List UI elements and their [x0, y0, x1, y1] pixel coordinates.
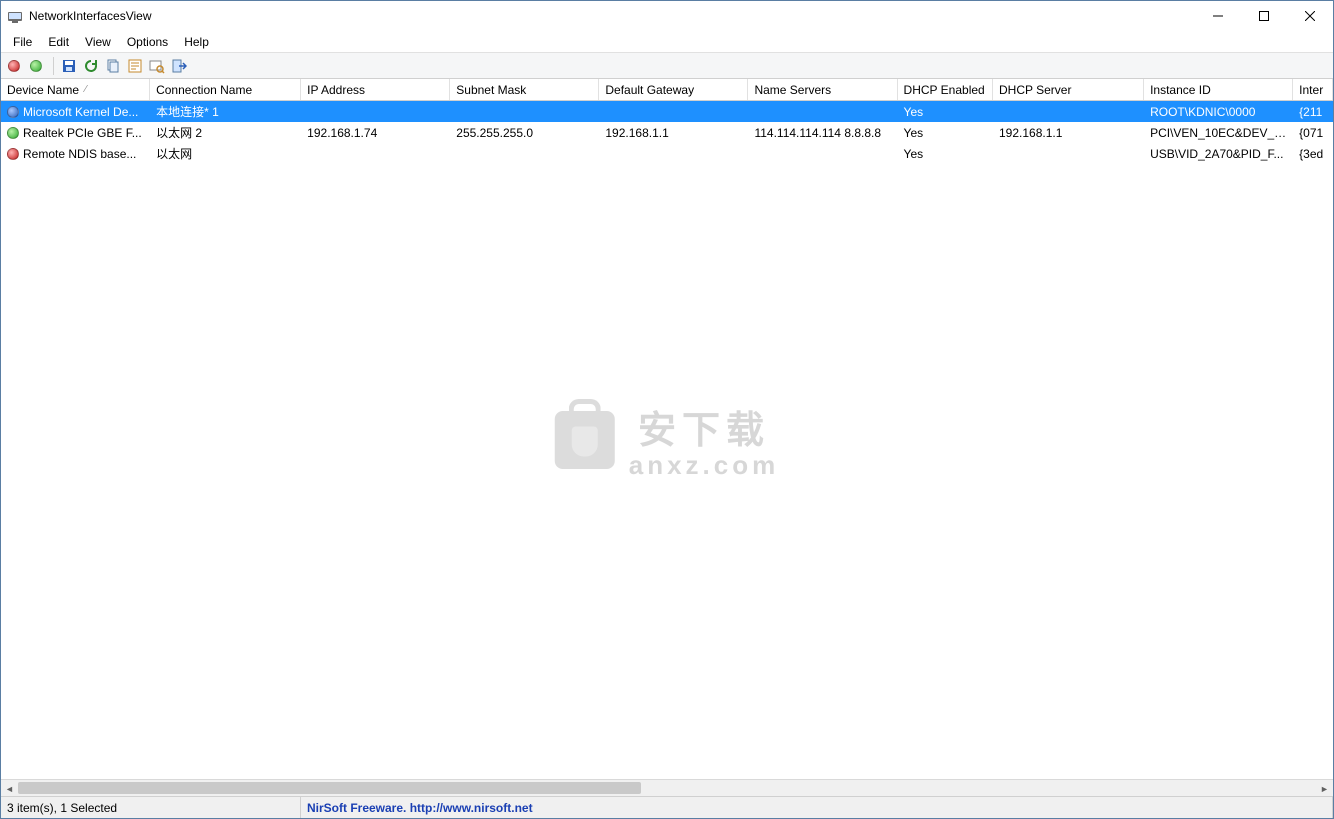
table-row[interactable]: Realtek PCIe GBE F...以太网 2192.168.1.7425…	[1, 122, 1333, 143]
menu-view[interactable]: View	[77, 33, 119, 51]
column-header-ip-address[interactable]: IP Address	[301, 79, 450, 100]
scroll-right-button[interactable]: ►	[1316, 780, 1333, 796]
cell: 192.168.1.1	[599, 126, 748, 140]
toolbar	[1, 53, 1333, 79]
status-dot-icon	[7, 106, 19, 118]
cell: USB\VID_2A70&PID_F...	[1144, 147, 1293, 161]
app-window: NetworkInterfacesView File Edit View Opt…	[0, 0, 1334, 819]
window-title: NetworkInterfacesView	[29, 9, 152, 23]
cell: 以太网 2	[150, 124, 301, 141]
minimize-button[interactable]	[1195, 1, 1241, 31]
cell: Realtek PCIe GBE F...	[1, 126, 150, 140]
cell: Yes	[898, 126, 993, 140]
copy-icon[interactable]	[104, 57, 122, 75]
close-button[interactable]	[1287, 1, 1333, 31]
menubar: File Edit View Options Help	[1, 31, 1333, 53]
cell: Yes	[898, 147, 993, 161]
app-icon	[7, 8, 23, 24]
status-url[interactable]: http://www.nirsoft.net	[410, 801, 533, 815]
table-row[interactable]: Microsoft Kernel De...本地连接* 1 Yes ROOT\KDN…	[1, 101, 1333, 122]
menu-file[interactable]: File	[5, 33, 40, 51]
list-view[interactable]: Device Name⁄ Connection Name IP Address …	[1, 79, 1333, 796]
disable-icon[interactable]	[7, 57, 25, 75]
watermark-text-en: anxz.com	[629, 450, 780, 481]
titlebar[interactable]: NetworkInterfacesView	[1, 1, 1333, 31]
watermark-bag-icon	[555, 411, 615, 469]
cell: 192.168.1.1	[993, 126, 1144, 140]
cell: Remote NDIS base...	[1, 147, 150, 161]
cell: 本地连接* 1	[150, 103, 301, 120]
watermark: 安下载 anxz.com	[555, 399, 780, 481]
menu-help[interactable]: Help	[176, 33, 217, 51]
column-header-dhcp-server[interactable]: DHCP Server	[993, 79, 1144, 100]
toolbar-separator	[53, 57, 54, 75]
sort-indicator-icon: ⁄	[85, 84, 87, 95]
column-header-default-gateway[interactable]: Default Gateway	[599, 79, 748, 100]
cell: 114.114.114.114 8.8.8.8	[748, 126, 897, 140]
status-brand: NirSoft Freeware. http://www.nirsoft.net	[301, 797, 1333, 818]
cell: 以太网	[150, 145, 301, 162]
status-dot-icon	[7, 127, 19, 139]
cell: {211	[1293, 105, 1333, 119]
scroll-left-button[interactable]: ◄	[1, 780, 18, 796]
list-body[interactable]: Microsoft Kernel De...本地连接* 1 Yes ROOT\KDN…	[1, 101, 1333, 779]
cell: 255.255.255.0	[450, 126, 599, 140]
menu-options[interactable]: Options	[119, 33, 176, 51]
properties-icon[interactable]	[126, 57, 144, 75]
cell: {3ed	[1293, 147, 1333, 161]
exit-icon[interactable]	[170, 57, 188, 75]
cell: PCI\VEN_10EC&DEV_8...	[1144, 126, 1293, 140]
cell: Yes	[898, 105, 993, 119]
refresh-icon[interactable]	[82, 57, 100, 75]
status-dot-icon	[7, 148, 19, 160]
table-row[interactable]: Remote NDIS base...以太网 Yes USB\VID_2A70&PI…	[1, 143, 1333, 164]
scroll-track[interactable]	[18, 780, 1316, 796]
save-icon[interactable]	[60, 57, 78, 75]
column-header-instance-id[interactable]: Instance ID	[1144, 79, 1293, 100]
scroll-thumb[interactable]	[18, 782, 641, 794]
menu-edit[interactable]: Edit	[40, 33, 77, 51]
column-header-device-name[interactable]: Device Name⁄	[1, 79, 150, 100]
cell: ROOT\KDNIC\0000	[1144, 105, 1293, 119]
column-header-dhcp-enabled[interactable]: DHCP Enabled	[898, 79, 993, 100]
horizontal-scrollbar[interactable]: ◄ ►	[1, 779, 1333, 796]
statusbar: 3 item(s), 1 Selected NirSoft Freeware. …	[1, 796, 1333, 818]
column-header-interface[interactable]: Inter	[1293, 79, 1333, 100]
cell: Microsoft Kernel De...	[1, 105, 150, 119]
enable-icon[interactable]	[29, 57, 47, 75]
cell: 192.168.1.74	[301, 126, 450, 140]
find-icon[interactable]	[148, 57, 166, 75]
column-header-connection-name[interactable]: Connection Name	[150, 79, 301, 100]
watermark-text-cn: 安下载	[629, 399, 780, 454]
cell: {071	[1293, 126, 1333, 140]
column-header-row: Device Name⁄ Connection Name IP Address …	[1, 79, 1333, 101]
column-header-name-servers[interactable]: Name Servers	[748, 79, 897, 100]
column-header-subnet-mask[interactable]: Subnet Mask	[450, 79, 599, 100]
status-item-count: 3 item(s), 1 Selected	[1, 797, 301, 818]
maximize-button[interactable]	[1241, 1, 1287, 31]
